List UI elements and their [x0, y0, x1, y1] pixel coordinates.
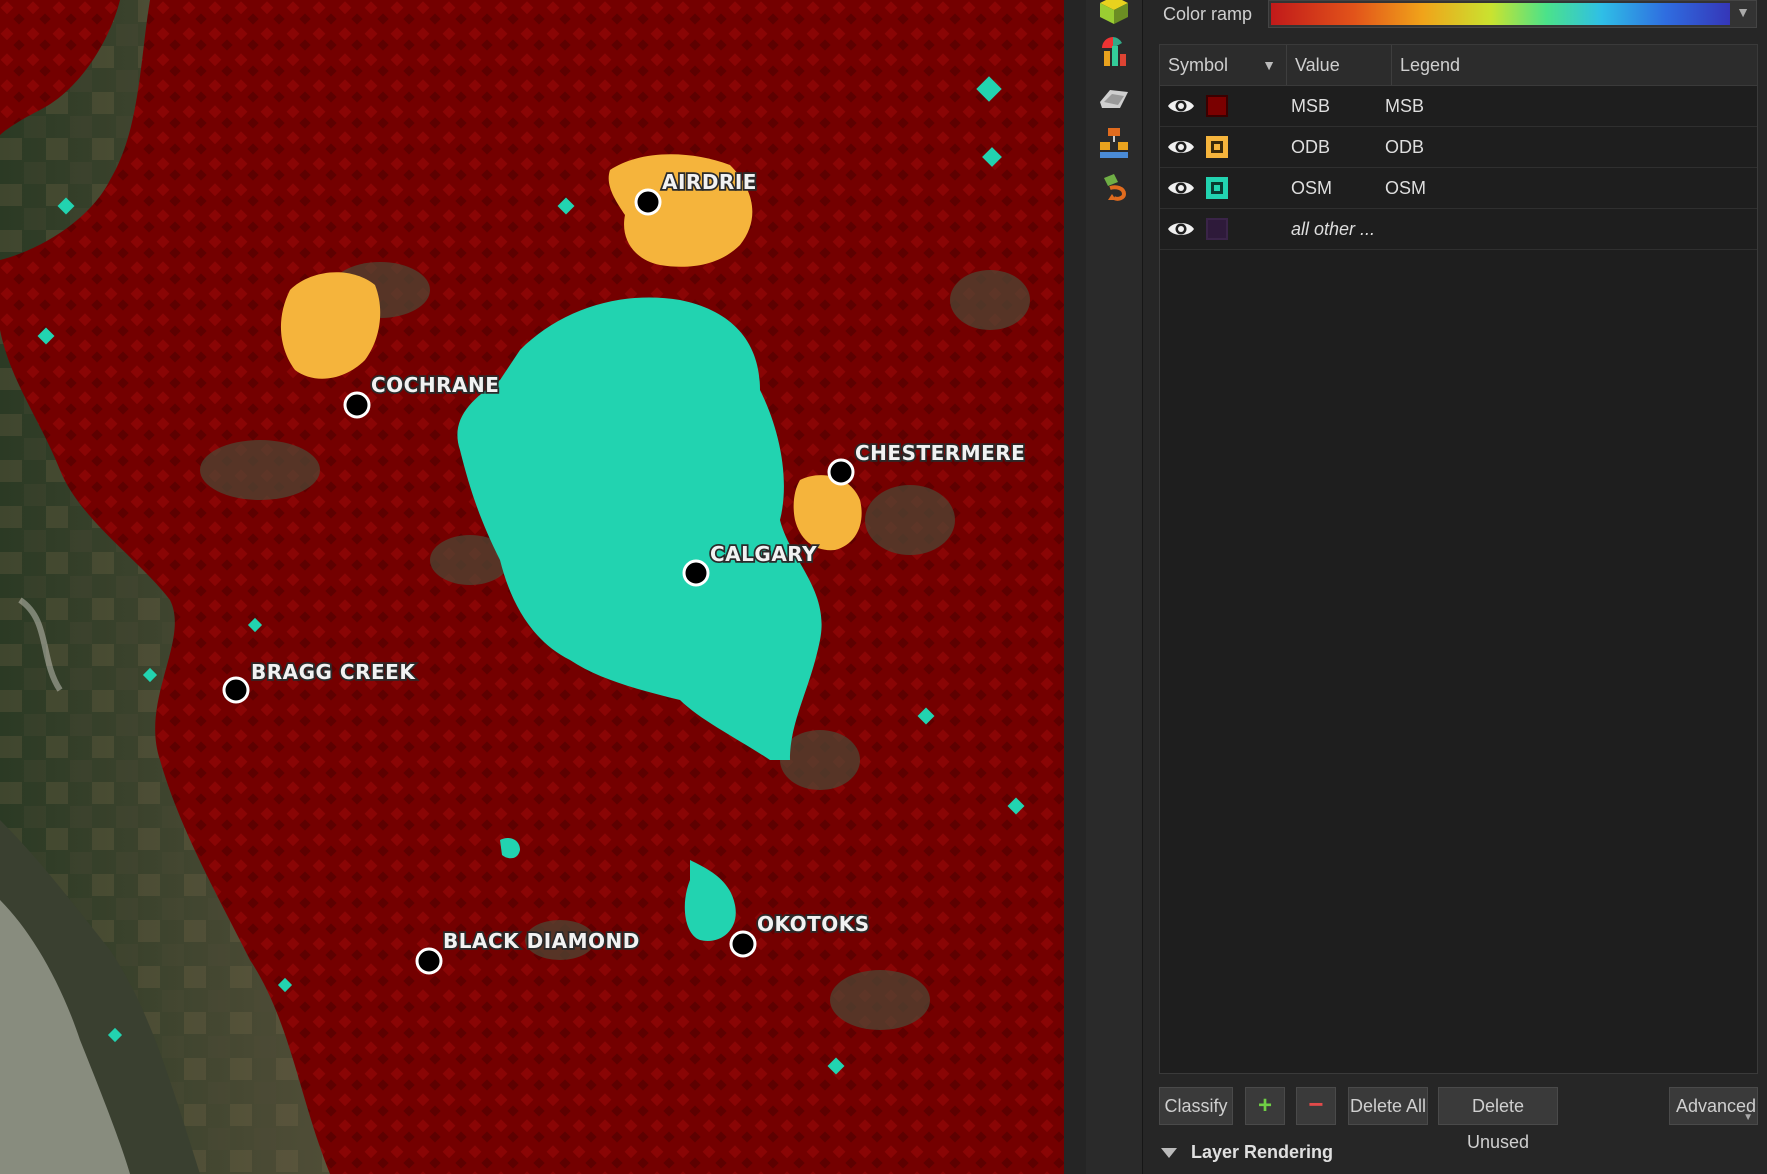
- symbol-swatch[interactable]: [1206, 218, 1228, 240]
- classification-buttons: Classify + − Delete All Delete Unused Ad…: [1159, 1087, 1758, 1152]
- color-ramp-preview: [1271, 3, 1730, 25]
- fields-icon[interactable]: [1096, 80, 1132, 116]
- city-marker: [827, 458, 855, 486]
- column-header-legend[interactable]: Legend: [1392, 45, 1757, 85]
- delete-all-button[interactable]: Delete All: [1348, 1087, 1428, 1125]
- category-value[interactable]: ODB: [1291, 127, 1330, 167]
- city-label: COCHRANE: [371, 373, 499, 397]
- layer-rendering-label: Layer Rendering: [1191, 1142, 1334, 1162]
- table-header: Symbol ▼ Value Legend: [1160, 45, 1757, 86]
- map-svg[interactable]: AIRDRIE COCHRANE CHESTERMERE CALGARY BRAGG C…: [0, 0, 1064, 1174]
- city-marker: [222, 676, 250, 704]
- category-legend[interactable]: ODB: [1385, 127, 1424, 167]
- symbol-swatch[interactable]: [1206, 95, 1228, 117]
- city-label: AIRDRIE: [662, 170, 757, 194]
- category-value[interactable]: OSM: [1291, 168, 1332, 208]
- column-header-symbol[interactable]: Symbol ▼: [1160, 45, 1287, 85]
- table-row[interactable]: OSM OSM: [1160, 168, 1757, 209]
- diagrams-icon[interactable]: [1096, 34, 1132, 70]
- city-label: OKOTOKS: [757, 912, 870, 936]
- city-marker: [343, 391, 371, 419]
- minus-icon: −: [1308, 1089, 1324, 1119]
- category-value[interactable]: all other ...: [1291, 209, 1375, 249]
- panel-splitter[interactable]: [1064, 0, 1086, 1174]
- category-value[interactable]: MSB: [1291, 86, 1330, 126]
- city-marker: [729, 930, 757, 958]
- plus-icon: +: [1257, 1092, 1272, 1119]
- color-ramp-label: Color ramp: [1163, 4, 1253, 24]
- sort-descending-icon[interactable]: ▼: [1262, 45, 1276, 85]
- actions-icon[interactable]: [1096, 168, 1132, 204]
- visibility-eye-icon[interactable]: [1166, 217, 1196, 241]
- add-category-button[interactable]: +: [1245, 1087, 1285, 1125]
- map-canvas[interactable]: AIRDRIE COCHRANE CHESTERMERE CALGARY BRAGG C…: [0, 0, 1064, 1174]
- symbology-panel: Color ramp ▼ Symbol ▼ Value Legend MSB M…: [1143, 0, 1767, 1174]
- city-label: BRAGG CREEK: [251, 660, 416, 684]
- column-header-symbol-label: Symbol: [1168, 55, 1229, 75]
- layer-properties-toolbar: [1086, 0, 1143, 1174]
- category-legend[interactable]: MSB: [1385, 86, 1424, 126]
- 3d-view-icon[interactable]: [1096, 0, 1132, 28]
- city-marker: [634, 188, 662, 216]
- table-row[interactable]: all other ...: [1160, 209, 1757, 250]
- layer-rendering-group[interactable]: Layer Rendering: [1159, 1138, 1333, 1166]
- rendering-icon[interactable]: [1096, 124, 1132, 160]
- classify-button[interactable]: Classify: [1159, 1087, 1233, 1125]
- table-row[interactable]: MSB MSB: [1160, 86, 1757, 127]
- visibility-eye-icon[interactable]: [1166, 94, 1196, 118]
- city-label: BLACK DIAMOND: [443, 929, 640, 953]
- categories-table[interactable]: Symbol ▼ Value Legend MSB MSB ODB ODB OS…: [1159, 44, 1758, 1074]
- symbol-swatch[interactable]: [1206, 136, 1228, 158]
- visibility-eye-icon[interactable]: [1166, 135, 1196, 159]
- city-marker: [682, 559, 710, 587]
- city-label: CHESTERMERE: [855, 441, 1025, 465]
- advanced-button[interactable]: Advanced ▼: [1669, 1087, 1758, 1125]
- remove-category-button[interactable]: −: [1296, 1087, 1336, 1125]
- collapse-triangle-icon[interactable]: [1161, 1148, 1177, 1159]
- column-header-value[interactable]: Value: [1287, 45, 1392, 85]
- color-ramp-combo[interactable]: ▼: [1268, 0, 1757, 28]
- symbol-swatch[interactable]: [1206, 177, 1228, 199]
- city-marker: [415, 947, 443, 975]
- delete-unused-button[interactable]: Delete Unused: [1438, 1087, 1558, 1152]
- category-legend[interactable]: OSM: [1385, 168, 1426, 208]
- visibility-eye-icon[interactable]: [1166, 176, 1196, 200]
- table-row[interactable]: ODB ODB: [1160, 127, 1757, 168]
- chevron-down-icon: ▼: [1743, 1112, 1753, 1123]
- chevron-down-icon[interactable]: ▼: [1736, 4, 1750, 20]
- city-label: CALGARY: [710, 542, 817, 566]
